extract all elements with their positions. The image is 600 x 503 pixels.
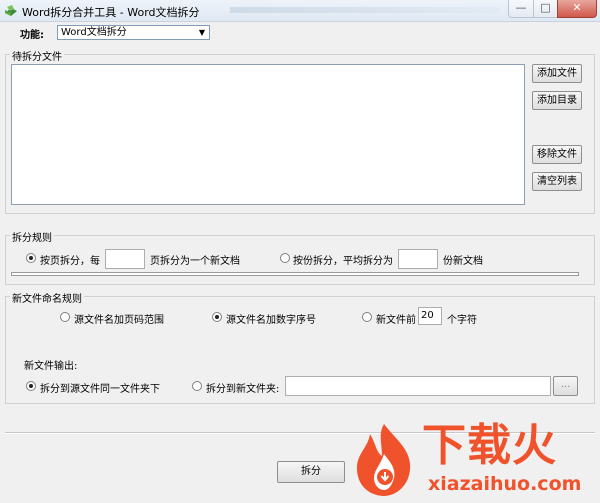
split-by-copies-radio[interactable] bbox=[280, 253, 290, 263]
app-icon bbox=[4, 4, 18, 18]
split-button[interactable]: 拆分 bbox=[277, 461, 345, 483]
split-by-copies-label: 按份拆分，平均拆分为 bbox=[293, 256, 393, 267]
radio-selected-dot bbox=[29, 256, 33, 260]
radio-selected-dot bbox=[29, 384, 33, 388]
radio-selected-dot bbox=[215, 315, 219, 319]
title-bar-blur bbox=[230, 7, 500, 13]
output-same-folder-label: 拆分到源文件同一文件夹下 bbox=[40, 384, 160, 395]
output-same-folder-radio[interactable] bbox=[26, 381, 36, 391]
remove-file-button[interactable]: 移除文件 bbox=[532, 145, 582, 164]
function-label: 功能: bbox=[20, 30, 44, 41]
close-icon: ✕ bbox=[572, 1, 582, 14]
maximize-icon: □ bbox=[540, 1, 551, 14]
function-select[interactable]: Word文档拆分 ▼ bbox=[57, 25, 210, 40]
split-by-page-radio[interactable] bbox=[26, 253, 36, 263]
minimize-icon: — bbox=[515, 1, 527, 14]
output-folder-input[interactable] bbox=[285, 376, 551, 396]
add-file-button[interactable]: 添加文件 bbox=[532, 64, 582, 83]
split-by-page-suffix: 页拆分为一个新文档 bbox=[150, 256, 240, 267]
function-select-value: Word文档拆分 bbox=[61, 27, 127, 38]
name-number-seq-radio[interactable] bbox=[212, 312, 222, 322]
files-group-title: 待拆分文件 bbox=[10, 48, 64, 63]
watermark-brand: 下载火 bbox=[422, 420, 557, 471]
name-number-seq-label: 源文件名加数字序号 bbox=[226, 315, 316, 326]
name-prefix-suffix: 个字符 bbox=[447, 315, 477, 326]
chevron-down-icon[interactable]: ▼ bbox=[195, 26, 209, 39]
name-page-range-label: 源文件名加页码范围 bbox=[74, 315, 164, 326]
browse-folder-button[interactable]: ... bbox=[553, 376, 578, 396]
watermark-logo bbox=[350, 422, 418, 498]
maximize-button[interactable]: □ bbox=[533, 0, 558, 18]
name-page-range-radio[interactable] bbox=[60, 312, 70, 322]
watermark-url: xiazaihuo.com bbox=[428, 473, 582, 495]
name-prefix-label: 新文件前 bbox=[376, 315, 416, 326]
name-prefix-radio[interactable] bbox=[362, 312, 372, 322]
copies-count-input[interactable] bbox=[398, 249, 438, 269]
output-title: 新文件输出: bbox=[24, 361, 78, 372]
file-list[interactable] bbox=[11, 64, 525, 205]
pages-per-doc-input[interactable] bbox=[105, 249, 145, 269]
rules-separator bbox=[11, 272, 579, 276]
prefix-chars-input[interactable]: 20 bbox=[418, 307, 442, 325]
output-new-folder-label: 拆分到新文件夹: bbox=[206, 384, 280, 395]
split-by-copies-suffix: 份新文档 bbox=[443, 256, 483, 267]
add-directory-button[interactable]: 添加目录 bbox=[532, 91, 582, 110]
window-title: Word拆分合并工具 - Word文档拆分 bbox=[22, 6, 200, 19]
clear-list-button[interactable]: 清空列表 bbox=[532, 172, 582, 191]
split-by-page-label: 按页拆分，每 bbox=[40, 256, 100, 267]
split-rules-title: 拆分规则 bbox=[10, 229, 54, 244]
close-button[interactable]: ✕ bbox=[557, 0, 597, 18]
output-new-folder-radio[interactable] bbox=[192, 381, 202, 391]
naming-rules-title: 新文件命名规则 bbox=[10, 290, 84, 305]
minimize-button[interactable]: — bbox=[508, 0, 534, 18]
